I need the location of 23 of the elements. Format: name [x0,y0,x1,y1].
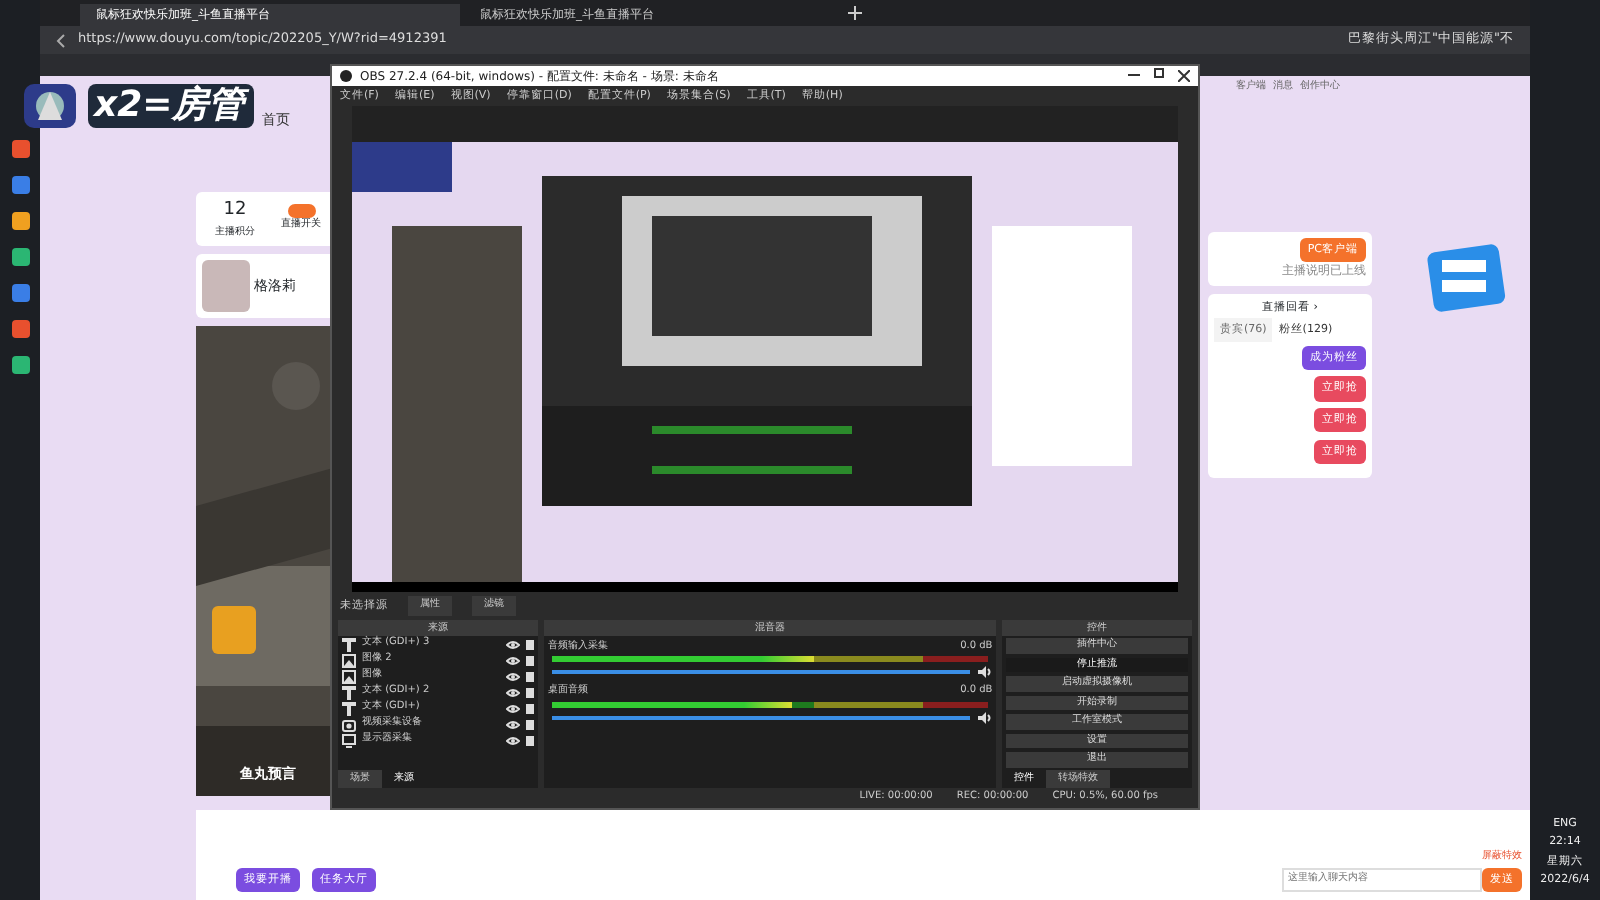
speaker-icon[interactable] [978,711,993,723]
eye-icon[interactable] [506,655,520,665]
minimize-icon[interactable] [1128,73,1140,75]
avatar-icon [202,260,250,312]
eye-icon[interactable] [506,639,520,649]
eye-icon[interactable] [506,735,520,745]
eye-icon[interactable] [506,703,520,713]
eye-icon[interactable] [506,719,520,729]
logo-text: x2=房管 [88,84,255,128]
new-tab-icon[interactable] [848,6,862,20]
text-source-icon [342,637,356,651]
eye-icon[interactable] [506,687,520,697]
switch-icon[interactable] [287,204,315,219]
close-icon[interactable] [1178,67,1190,85]
monitor-source-icon [342,733,356,747]
back-icon[interactable] [56,33,66,47]
speaker-icon[interactable] [978,666,993,679]
eye-icon[interactable] [506,671,520,681]
volume-slider[interactable] [552,670,971,675]
maximize-icon[interactable] [1154,67,1164,77]
score-value: 12 [221,198,249,224]
camera-source-icon [342,717,356,731]
obs-icon [340,70,352,82]
